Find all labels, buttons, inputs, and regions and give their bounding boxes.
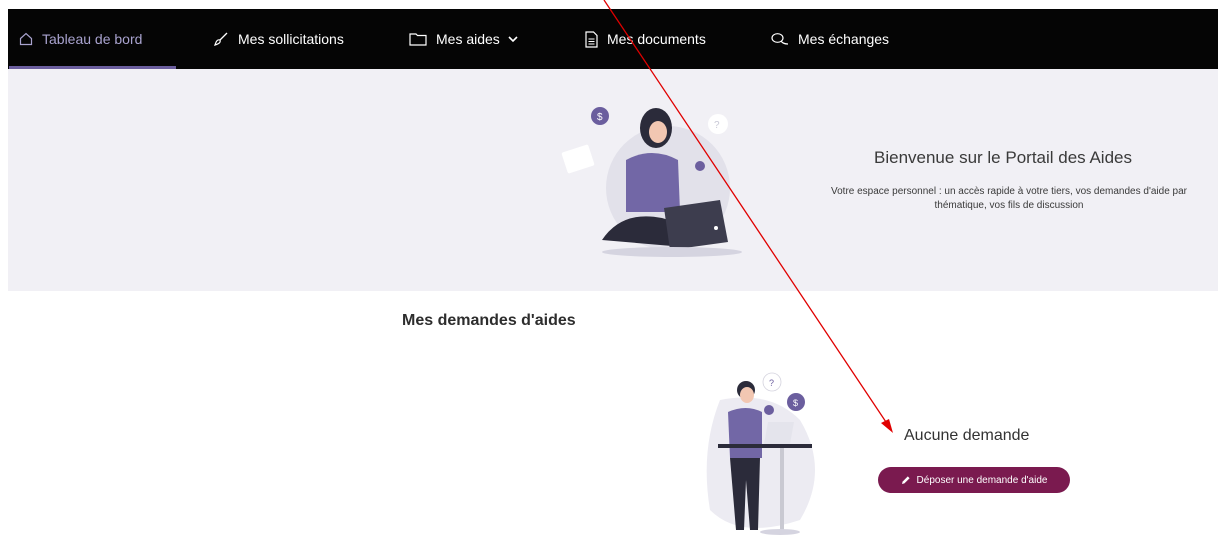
annotation-arrow <box>603 0 893 433</box>
